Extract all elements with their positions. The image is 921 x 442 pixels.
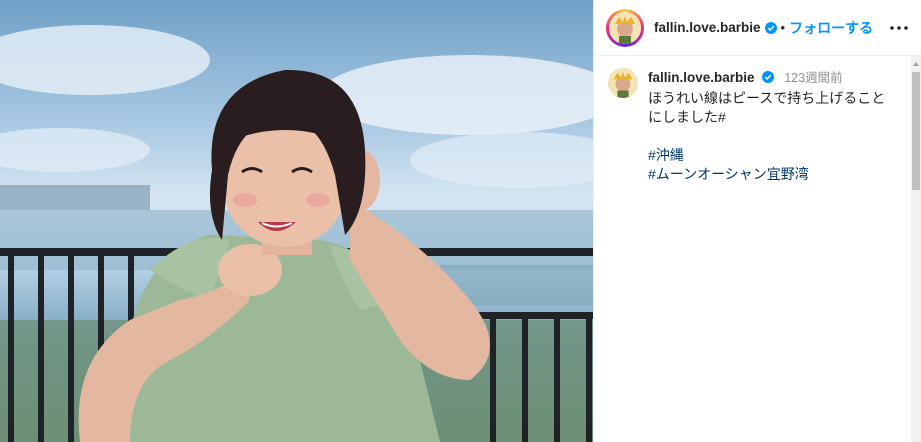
separator-dot: • (780, 20, 786, 35)
scroll-thumb[interactable] (912, 72, 920, 190)
caption-timestamp[interactable]: 123週間前 (784, 71, 842, 85)
comments-section: fallin.love.barbie 123週間前 ほうれい線はピースで持ち上げ… (594, 56, 909, 442)
avatar-icon (608, 68, 638, 98)
avatar[interactable] (609, 11, 641, 44)
username-link[interactable]: fallin.love.barbie (654, 20, 761, 35)
more-horizontal-icon (890, 26, 908, 30)
hashtag-link[interactable]: #沖縄 (648, 146, 898, 165)
comments-scrollbar[interactable] (911, 56, 921, 442)
caption-body: fallin.love.barbie 123週間前 ほうれい線はピースで持ち上げ… (648, 68, 898, 184)
follow-button[interactable]: フォローする (789, 18, 873, 38)
post-sidebar: fallin.love.barbie • フォローする fallin.love.… (593, 0, 921, 442)
hashtag-link[interactable]: #ムーンオーシャン宜野湾 (648, 165, 898, 184)
verified-badge-icon (762, 71, 775, 83)
story-ring[interactable] (606, 8, 644, 47)
post-header: fallin.love.barbie • フォローする (594, 0, 921, 56)
verified-badge-icon (764, 21, 777, 34)
caption-username[interactable]: fallin.love.barbie (648, 70, 755, 85)
caption-comment: fallin.love.barbie 123週間前 ほうれい線はピースで持ち上げ… (608, 68, 898, 184)
post-photo[interactable] (0, 0, 593, 442)
caption-avatar[interactable] (608, 68, 638, 98)
photo-illustration (0, 25, 593, 442)
more-options-button[interactable] (889, 18, 909, 38)
caption-header: fallin.love.barbie 123週間前 (648, 68, 898, 88)
caption-text: ほうれい線はピースで持ち上げることにしました# (648, 90, 886, 125)
avatar-icon (609, 11, 641, 44)
scroll-up-arrow-icon[interactable] (913, 62, 919, 66)
